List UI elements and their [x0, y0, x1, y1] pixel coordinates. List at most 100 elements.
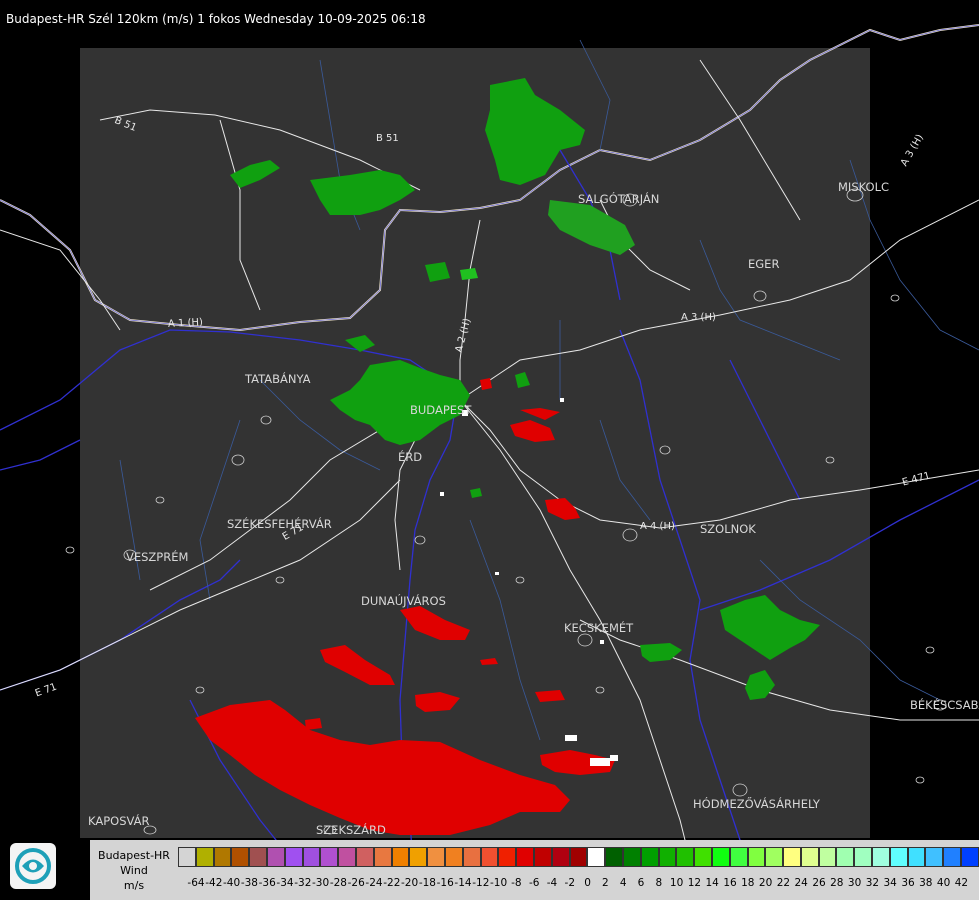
legend-unit: m/s [123, 879, 145, 892]
radar-title: Budapest-HR Szél 120km (m/s) 1 fokos Wed… [6, 12, 426, 26]
logo-icon [10, 843, 56, 889]
legend-swatch [391, 847, 410, 867]
legend-swatch [480, 847, 499, 867]
radar-map [0, 24, 979, 900]
legend-tick-label: 20 [758, 877, 773, 889]
place-kecskemet: KECSKEMÉT [564, 621, 634, 635]
legend-tick-label: -8 [511, 877, 522, 889]
legend-radar-name: Budapest-HR [98, 849, 170, 862]
legend-tick-label: 22 [776, 877, 791, 889]
legend-swatch [587, 847, 606, 867]
legend-tick-label: -40 [223, 877, 241, 889]
legend-swatch [783, 847, 801, 867]
legend-tick-label: -4 [546, 877, 558, 889]
legend-tick-label: -6 [528, 877, 540, 889]
place-szolnok: SZOLNOK [700, 522, 756, 536]
legend-swatch [889, 847, 908, 867]
legend-swatch [409, 847, 428, 867]
legend-swatch [302, 847, 321, 867]
legend-swatch [943, 847, 962, 867]
legend-swatch [427, 847, 445, 867]
legend-tick-label: -38 [240, 877, 258, 889]
legend-tick-label: -10 [490, 877, 508, 889]
legend-swatch [818, 847, 837, 867]
place-szekesfehervar: SZÉKESFEHÉRVÁR [227, 517, 332, 531]
legend-tick-label: 34 [883, 877, 897, 889]
legend-tick-label: -14 [454, 877, 472, 889]
legend-tick-label: 8 [655, 877, 663, 889]
place-kaposvar: KAPOSVÁR [88, 814, 150, 828]
legend-tick-label: 18 [741, 877, 755, 889]
place-budapest: BUDAPEST [410, 403, 472, 417]
legend-tick-label: -32 [294, 877, 312, 889]
legend-swatch [533, 847, 552, 867]
legend-swatch [676, 847, 695, 867]
legend-swatch [800, 847, 819, 867]
legend-swatch [213, 847, 232, 867]
legend-swatch [266, 847, 285, 867]
legend-swatch [694, 847, 712, 867]
legend-tick-label: -30 [312, 877, 330, 889]
legend-swatch [569, 847, 588, 867]
legend-swatch [854, 847, 873, 867]
place-hodmezovasarhely: HÓDMEZŐVÁSÁRHELY [693, 797, 820, 811]
legend-swatch [658, 847, 677, 867]
legend-swatch [462, 847, 481, 867]
legend-swatch [284, 847, 303, 867]
legend-swatch [622, 847, 641, 867]
legend-tick-label: -22 [383, 877, 401, 889]
legend-swatch [444, 847, 463, 867]
legend-tick-label: 24 [794, 877, 808, 889]
legend-swatch [231, 847, 250, 867]
legend-swatch [711, 847, 730, 867]
road-b51-east: B 51 [376, 133, 399, 144]
legend-swatch [320, 847, 339, 867]
legend-label: Budapest-HR Wind m/s [92, 842, 176, 896]
legend-tick-label: 32 [865, 877, 880, 889]
legend-swatch [373, 847, 392, 867]
legend-color-scale [178, 847, 979, 867]
legend-tick-label: -26 [347, 877, 365, 889]
legend-tick-label: 30 [847, 877, 862, 889]
legend-swatch [925, 847, 944, 867]
legend-tick-label: 26 [812, 877, 826, 889]
place-miskolc: MISKOLC [838, 180, 890, 194]
legend-swatch [605, 847, 623, 867]
place-szekszard: SZEKSZÁRD [316, 823, 386, 837]
legend-tick-label: 2 [602, 877, 609, 889]
legend-swatch [195, 847, 214, 867]
legend-tick-label: -20 [401, 877, 419, 889]
legend-swatch [729, 847, 748, 867]
legend-tick-label: 14 [705, 877, 719, 889]
legend-swatch [498, 847, 517, 867]
legend-tick-label: -42 [205, 877, 223, 889]
place-erd: ÉRD [398, 450, 423, 464]
legend-tick-label: -12 [472, 877, 490, 889]
legend-tick-label: -18 [418, 877, 436, 889]
legend-swatch [338, 847, 356, 867]
road-a3: A 3 (H) [681, 312, 716, 323]
legend-tick-label: -24 [365, 877, 383, 889]
legend-tick-label: -64 [187, 877, 205, 889]
legend-swatch [355, 847, 374, 867]
legend-tick-label: -16 [436, 877, 454, 889]
legend-swatch [961, 847, 979, 867]
legend-quantity: Wind [120, 864, 148, 877]
legend-tick-label: 10 [669, 877, 684, 889]
place-dunaujvaros: DUNAÚJVÁROS [361, 594, 446, 608]
legend-tick-label: 42 [954, 877, 969, 889]
legend-swatch [178, 847, 196, 867]
legend-tick-label: 36 [901, 877, 915, 889]
legend-tick-label: 4 [619, 877, 627, 889]
legend-tick-label: -2 [564, 877, 576, 889]
legend-swatch [249, 847, 267, 867]
legend-swatch [872, 847, 890, 867]
place-salgotarjan: SALGÓTARJÁN [578, 192, 660, 206]
legend-tick-label: 12 [687, 877, 702, 889]
legend-tick-label: 38 [919, 877, 933, 889]
legend-swatch [551, 847, 570, 867]
legend-tick-label: 6 [637, 877, 645, 889]
place-eger: EGER [748, 257, 780, 271]
legend-tick-label: 16 [723, 877, 737, 889]
legend-swatch [836, 847, 855, 867]
